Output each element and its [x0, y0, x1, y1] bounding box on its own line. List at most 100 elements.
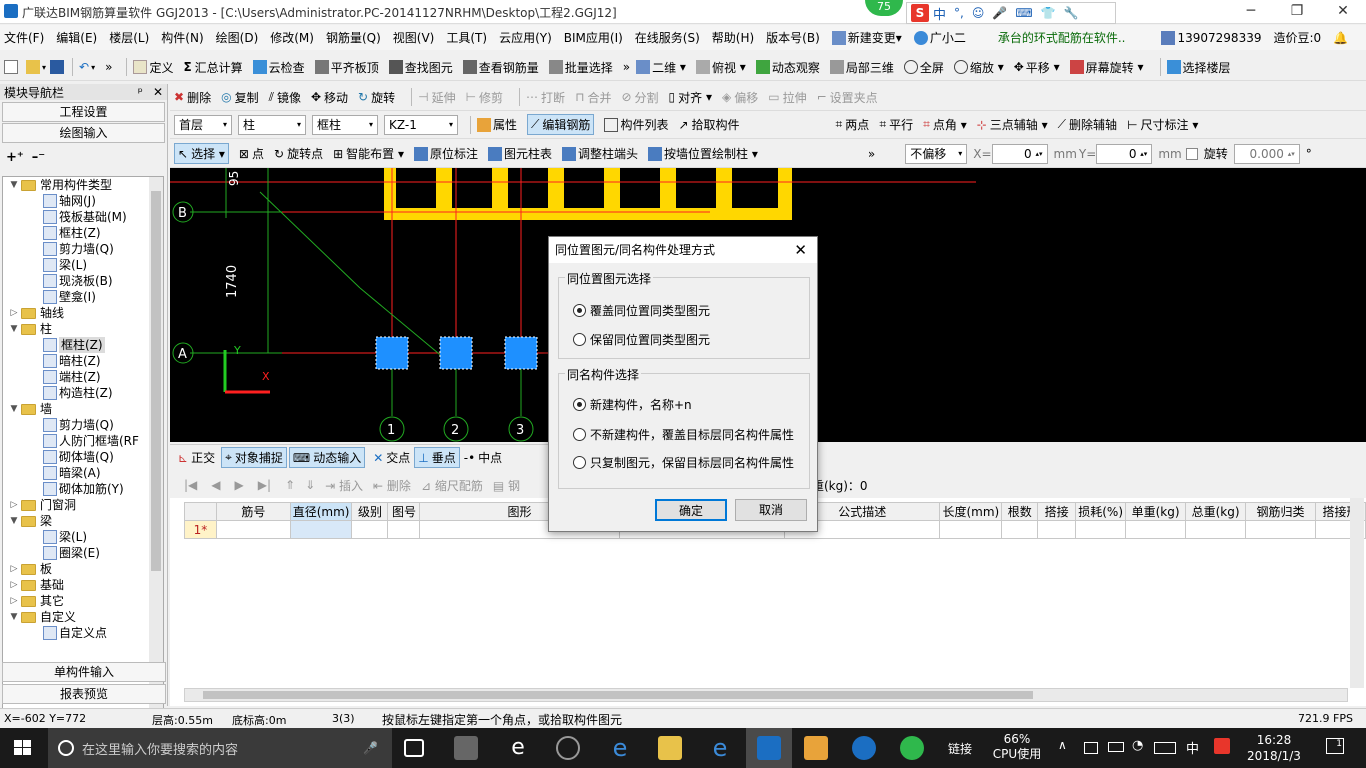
tree-folder[interactable]: ▷ 其它	[3, 593, 163, 609]
cpu-meter[interactable]: 66% CPU使用	[990, 732, 1044, 762]
extend-button[interactable]: ⊣ 延伸	[418, 89, 455, 106]
first-record-icon[interactable]: |◀	[184, 478, 197, 492]
three-point-axis-dropdown[interactable]: ⊹ 三点辅轴 ▾	[977, 116, 1048, 133]
tree-item[interactable]: 构造柱(Z)	[3, 385, 163, 401]
col-length[interactable]: 长度(mm)	[939, 502, 1003, 521]
expand-collapse-tools[interactable]: +⁺ –⁻	[6, 150, 45, 165]
col-unit-weight[interactable]: 单重(kg)	[1125, 502, 1187, 521]
component-select[interactable]: KZ-1 ▾	[384, 114, 458, 135]
undo-icon[interactable]: ↶	[79, 60, 89, 74]
grid-vertical-scrollbar[interactable]	[1350, 498, 1364, 688]
cloud-check-button[interactable]: 云检查	[252, 59, 305, 76]
insert-row-button[interactable]: ⇥ 插入	[325, 477, 363, 494]
tree-folder[interactable]: ▼ 梁	[3, 513, 163, 529]
break-button[interactable]: ⋯ 打断	[526, 89, 565, 106]
tree-item[interactable]: 圈梁(E)	[3, 545, 163, 561]
col-figure-no[interactable]: 图号	[387, 502, 421, 521]
component-list-button[interactable]: 构件列表	[604, 116, 668, 133]
glodon-taskbar-app[interactable]	[746, 728, 792, 768]
tray-up-icon[interactable]: ∧	[1058, 738, 1067, 752]
keyboard-tray-icon[interactable]	[1154, 742, 1176, 754]
tree-folder[interactable]: ▷ 门窗洞	[3, 497, 163, 513]
rebar-figure-button[interactable]: ▤ 钢	[493, 477, 520, 494]
tree-item[interactable]: 暗梁(A)	[3, 465, 163, 481]
scale-rebar-button[interactable]: ⊿ 缩尺配筋	[421, 477, 483, 494]
offset-select[interactable]: 不偏移 ▾	[905, 143, 968, 164]
menu-help[interactable]: 帮助(H)	[712, 29, 754, 46]
tray-app-icon[interactable]	[1084, 742, 1098, 754]
close-button[interactable]: ✕	[1320, 0, 1366, 24]
dimension-dropdown[interactable]: ⊢ 尺寸标注 ▾	[1127, 116, 1198, 133]
tree-scrollbar[interactable]	[149, 177, 163, 725]
adjust-column-end-button[interactable]: 调整柱端头	[562, 145, 638, 162]
merge-button[interactable]: ⊓ 合并	[575, 89, 611, 106]
edge-icon[interactable]: e	[608, 736, 632, 760]
define-button[interactable]: 定义	[133, 59, 173, 76]
notify-icon[interactable]: 🔔	[1333, 31, 1348, 45]
column-kz1-1[interactable]	[375, 336, 409, 370]
object-snap-toggle[interactable]: ⌖ 对象捕捉	[221, 447, 287, 468]
dialog-close-icon[interactable]: ✕	[794, 237, 807, 263]
menu-component[interactable]: 构件(N)	[161, 29, 203, 46]
g-app-icon[interactable]	[852, 736, 876, 760]
col-loss[interactable]: 损耗(%)	[1075, 502, 1127, 521]
windows-start-icon[interactable]	[14, 740, 32, 756]
stretch-button[interactable]: ▭ 拉伸	[768, 89, 806, 106]
green-app-icon[interactable]	[900, 736, 924, 760]
two-point-axis-button[interactable]: ⌗ 两点	[836, 116, 870, 133]
expand-all-icon[interactable]: +⁺	[6, 150, 24, 165]
point-button[interactable]: ⊠ 点	[239, 145, 264, 162]
top-view-dropdown[interactable]: 俯视 ▾	[695, 59, 746, 76]
tools-icon[interactable]: 🔧	[1064, 6, 1079, 20]
menu-online[interactable]: 在线服务(S)	[635, 29, 700, 46]
menu-version[interactable]: 版本号(B)	[766, 29, 820, 46]
spiral-app-icon[interactable]	[556, 736, 580, 760]
radio-overwrite-properties[interactable]: 不新建构件，覆盖目标层同名构件属性	[573, 426, 794, 443]
expand-icon[interactable]: ▷	[9, 577, 19, 593]
summary-calc-button[interactable]: Σ 汇总计算	[183, 59, 242, 76]
tree-folder[interactable]: ▼ 墙	[3, 401, 163, 417]
collapse-icon[interactable]: ▼	[9, 321, 19, 337]
tree-item[interactable]: 梁(L)	[3, 529, 163, 545]
perpendicular-snap[interactable]: ⊥ 垂点	[414, 447, 460, 468]
skin-icon[interactable]: 👕	[1041, 6, 1056, 20]
align-slab-top-button[interactable]: 平齐板顶	[314, 59, 379, 76]
y-input[interactable]: 0 ▴▾	[1096, 143, 1153, 164]
task-view-icon[interactable]	[404, 739, 424, 757]
tree-item[interactable]: 筏板基础(M)	[3, 209, 163, 225]
ie-old-icon[interactable]: e	[506, 736, 530, 760]
rotate-button[interactable]: ↻ 旋转	[358, 89, 395, 106]
tree-item[interactable]: 壁龛(I)	[3, 289, 163, 305]
tree-item[interactable]: 轴网(J)	[3, 193, 163, 209]
ie-icon[interactable]: e	[708, 736, 732, 760]
tree-item[interactable]: 砌体加筋(Y)	[3, 481, 163, 497]
ime-toolbar[interactable]: S 中 °, ☺ 🎤 ⌨ 👕 🔧	[906, 2, 1116, 24]
pick-component-button[interactable]: ↗ 拾取构件	[678, 116, 739, 133]
expand-icon[interactable]: ▷	[9, 497, 19, 513]
move-up-icon[interactable]: ⇑	[285, 478, 295, 492]
component-tree[interactable]: ▼ 常用构件类型 轴网(J) 筏板基础(M) 框柱(Z) 剪力墙(Q) 梁(L) 现浇板(B)…	[2, 176, 164, 726]
radio-keep-same-position[interactable]: 保留同位置同类型图元	[573, 331, 710, 348]
taskbar-search-box[interactable]: 在这里输入你要搜索的内容 🎤	[48, 728, 392, 768]
menu-bim[interactable]: BIM应用(I)	[564, 29, 623, 46]
drawing-input-button[interactable]: 绘图输入	[2, 123, 165, 143]
tree-item[interactable]: 框柱(Z)	[3, 225, 163, 241]
tree-item[interactable]: 剪力墙(Q)	[3, 417, 163, 433]
delete-axis-button[interactable]: ⟋ 删除辅轴	[1058, 116, 1117, 133]
mic-icon[interactable]: 🎤	[992, 6, 1007, 20]
intersection-snap[interactable]: ✕ 交点	[373, 449, 410, 466]
clock[interactable]: 16:28 2018/1/3	[1244, 732, 1304, 764]
floor-select[interactable]: 首层 ▾	[174, 114, 232, 135]
expand-icon[interactable]: ▷	[9, 305, 19, 321]
wifi-icon[interactable]: ◔	[1132, 738, 1143, 753]
col-grade[interactable]: 级别	[351, 502, 389, 521]
emoji-icon[interactable]: ☺	[972, 6, 985, 20]
rotate-angle-input[interactable]: 0.000 ▴▾	[1233, 143, 1300, 164]
battery-icon[interactable]	[1108, 742, 1124, 752]
user-phone[interactable]: 13907298339	[1161, 30, 1261, 45]
minimize-button[interactable]: ─	[1228, 0, 1274, 24]
column-table-button[interactable]: 图元柱表	[488, 145, 552, 162]
expand-icon[interactable]: ▷	[9, 561, 19, 577]
tree-item[interactable]: 自定义点	[3, 625, 163, 641]
menu-cloud[interactable]: 云应用(Y)	[499, 29, 552, 46]
